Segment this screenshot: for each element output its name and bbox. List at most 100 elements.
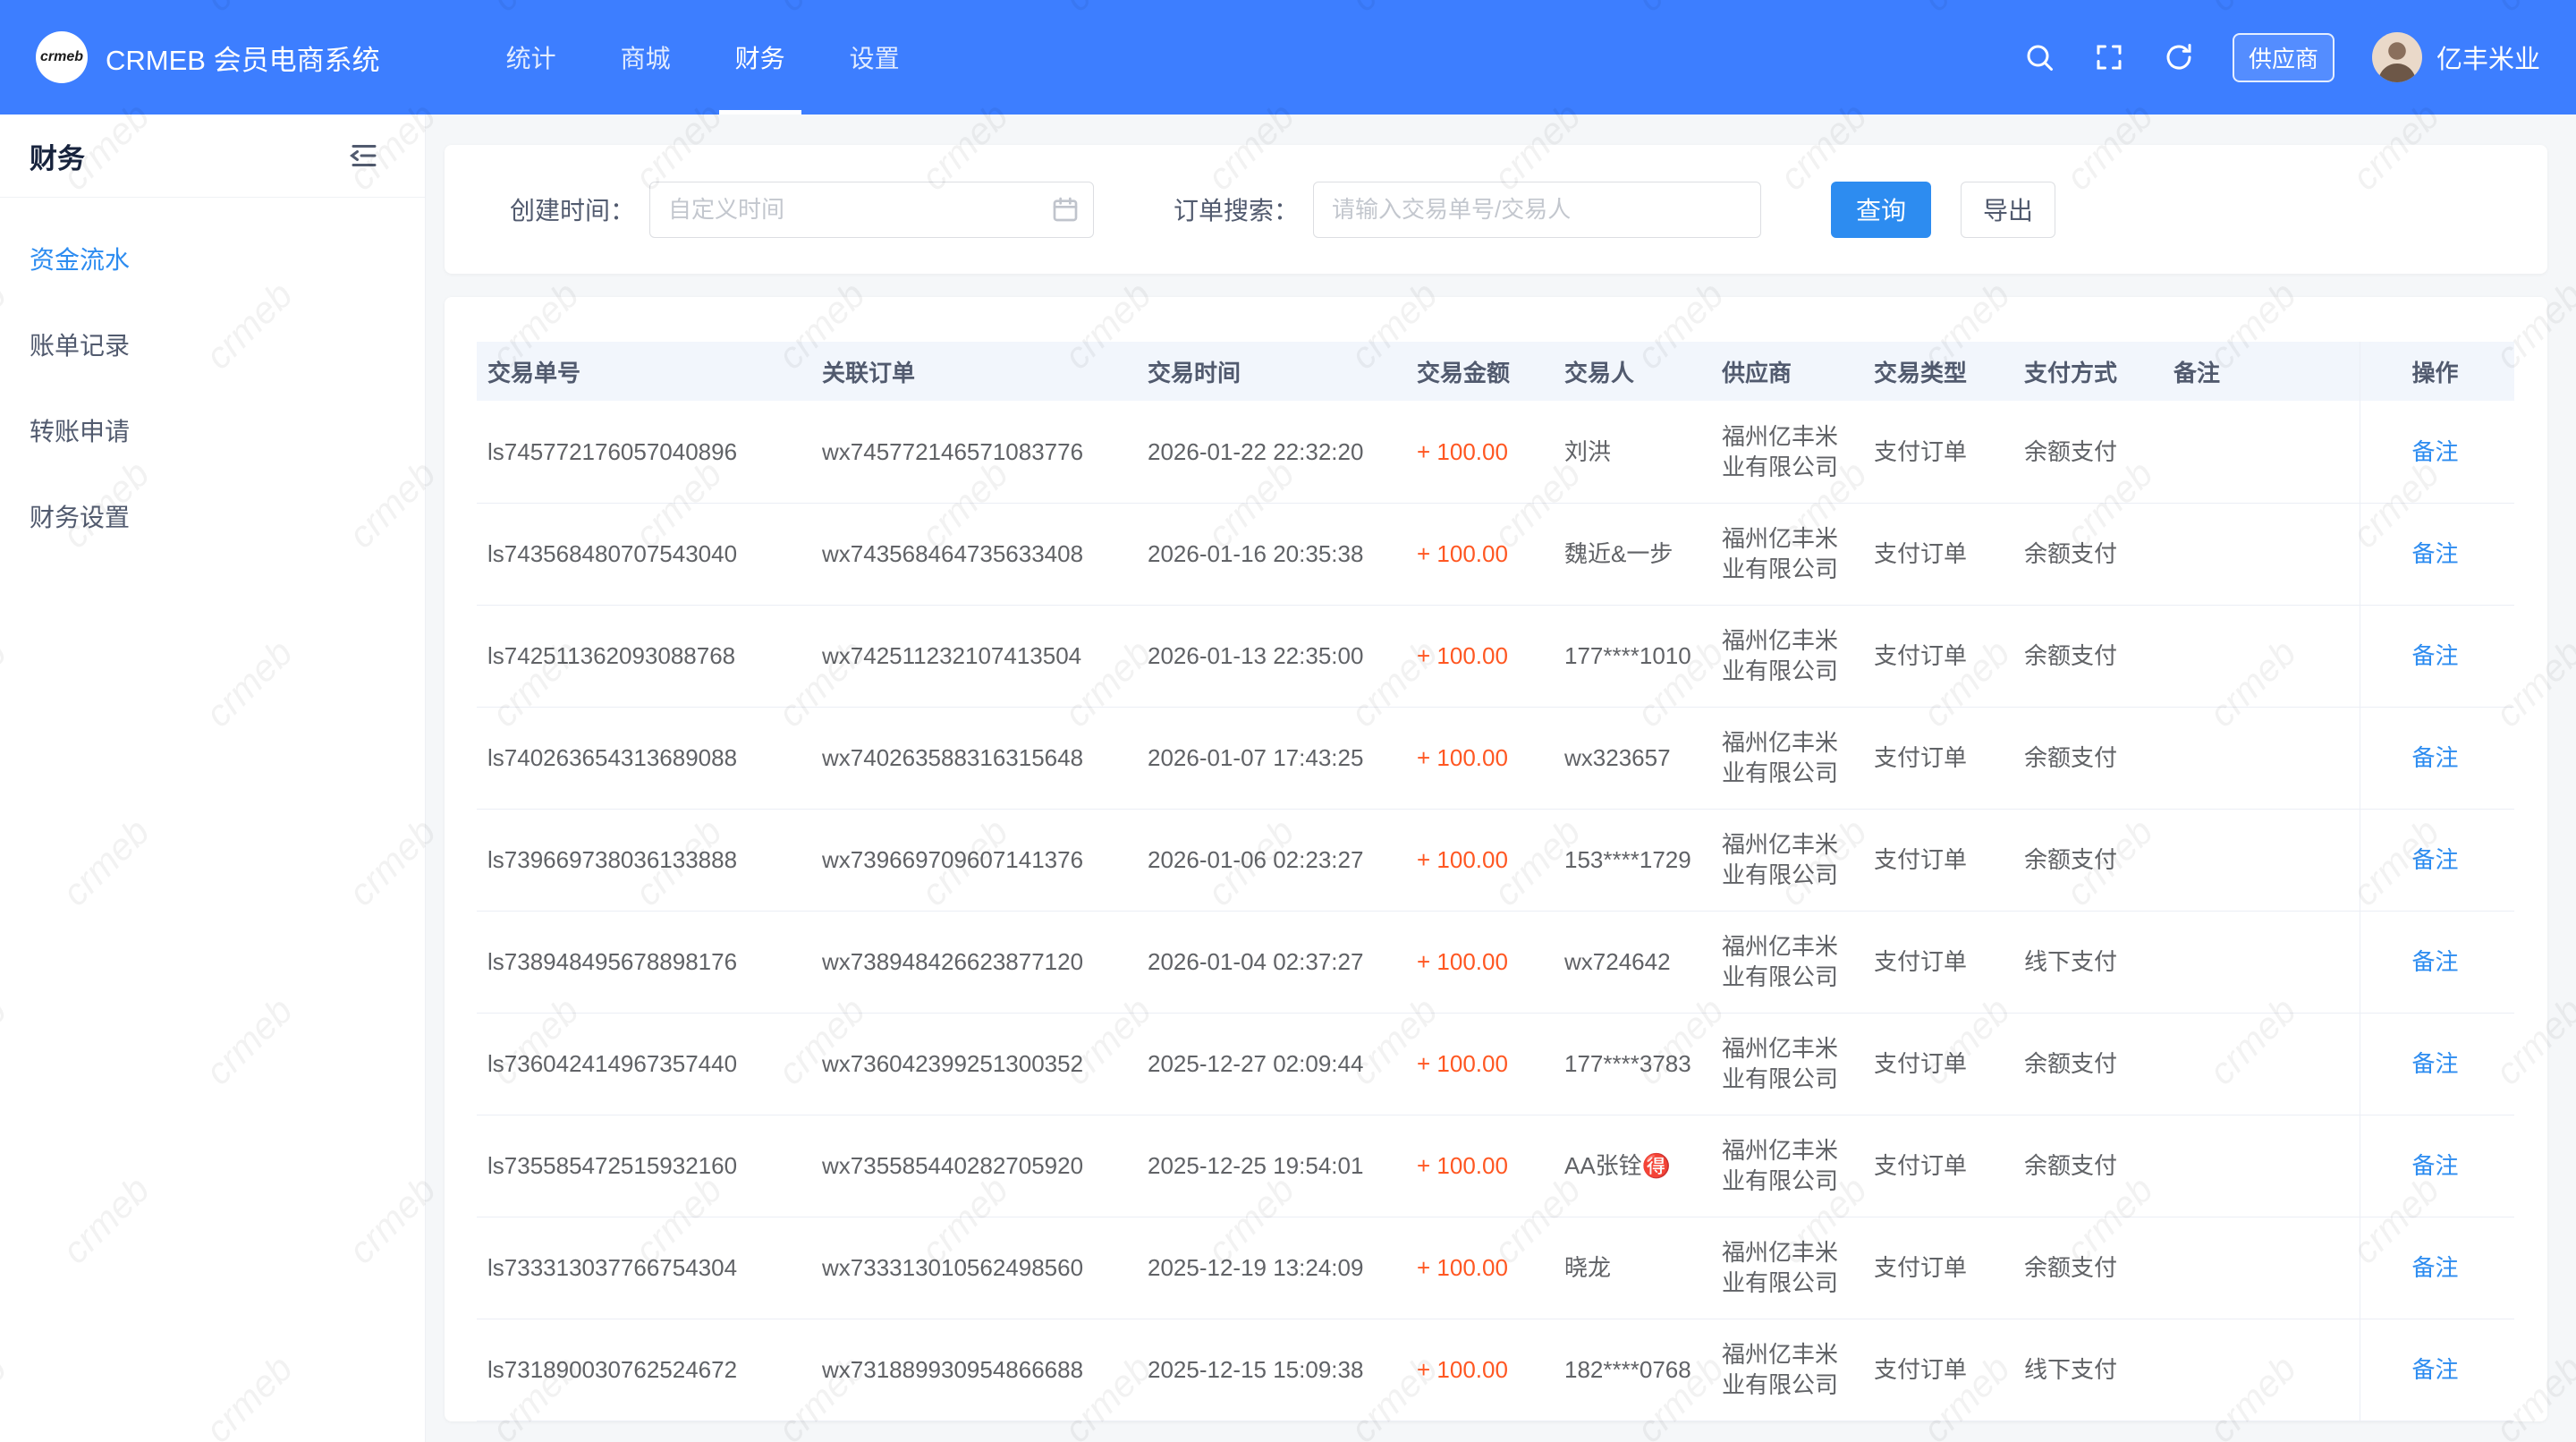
remark-link[interactable]: 备注 bbox=[2412, 1356, 2459, 1383]
user-menu[interactable]: 亿丰米业 bbox=[2372, 32, 2540, 82]
cell-action: 备注 bbox=[2360, 809, 2514, 911]
sidebar-item-transfer-request[interactable]: 转账申请 bbox=[0, 387, 425, 473]
cell-pay-method: 余额支付 bbox=[2013, 503, 2163, 605]
calendar-icon[interactable] bbox=[1051, 195, 1080, 224]
cell-type: 支付订单 bbox=[1863, 1115, 2013, 1217]
cell-trader: 魏近&一步 bbox=[1554, 503, 1711, 605]
col-type: 交易类型 bbox=[1863, 342, 2013, 401]
cell-trader: wx724642 bbox=[1554, 911, 1711, 1013]
cell-time: 2026-01-22 22:32:20 bbox=[1137, 401, 1406, 503]
cell-related-order: wx733313010562498560 bbox=[811, 1217, 1137, 1319]
cell-time: 2025-12-27 02:09:44 bbox=[1137, 1013, 1406, 1115]
cell-order-no: ls735585472515932160 bbox=[477, 1115, 811, 1217]
cell-amount: + 100.00 bbox=[1406, 1013, 1554, 1115]
cell-trader: 177****3783 bbox=[1554, 1013, 1711, 1115]
app-logo: crmeb bbox=[36, 31, 88, 83]
nav-tab-label: 财务 bbox=[735, 39, 785, 75]
cell-trader: wx323657 bbox=[1554, 707, 1711, 809]
cell-time: 2026-01-04 02:37:27 bbox=[1137, 911, 1406, 1013]
sidebar-item-label: 账单记录 bbox=[30, 327, 130, 362]
col-order-no: 交易单号 bbox=[477, 342, 811, 401]
nav-tab-label: 商城 bbox=[621, 39, 671, 75]
remark-link[interactable]: 备注 bbox=[2412, 744, 2459, 771]
cell-supplier: 福州亿丰米业有限公司 bbox=[1711, 401, 1863, 503]
cell-pay-method: 余额支付 bbox=[2013, 707, 2163, 809]
sidebar-item-bill-records[interactable]: 账单记录 bbox=[0, 301, 425, 387]
refresh-icon[interactable] bbox=[2163, 41, 2195, 73]
nav-tab-mall[interactable]: 商城 bbox=[589, 0, 703, 115]
main-nav: 统计 商城 财务 设置 bbox=[474, 0, 932, 115]
nav-tab-settings[interactable]: 设置 bbox=[818, 0, 932, 115]
cell-type: 支付订单 bbox=[1863, 1013, 2013, 1115]
cell-pay-method: 余额支付 bbox=[2013, 809, 2163, 911]
cell-related-order: wx738948426623877120 bbox=[811, 911, 1137, 1013]
sidebar-menu: 资金流水 账单记录 转账申请 财务设置 bbox=[0, 216, 425, 559]
transactions-table: 交易单号 关联订单 交易时间 交易金额 交易人 供应商 交易类型 支付方式 备注… bbox=[477, 342, 2514, 1421]
search-icon[interactable] bbox=[2023, 41, 2055, 73]
cell-order-no: ls733313037766754304 bbox=[477, 1217, 811, 1319]
cell-type: 支付订单 bbox=[1863, 605, 2013, 707]
cell-order-no: ls742511362093088768 bbox=[477, 605, 811, 707]
menu-fold-icon[interactable] bbox=[348, 140, 380, 172]
cell-trader: 182****0768 bbox=[1554, 1319, 1711, 1421]
cell-remark bbox=[2163, 809, 2360, 911]
sidebar-item-finance-settings[interactable]: 财务设置 bbox=[0, 473, 425, 559]
remark-link[interactable]: 备注 bbox=[2412, 438, 2459, 465]
cell-trader: 177****1010 bbox=[1554, 605, 1711, 707]
cell-action: 备注 bbox=[2360, 1319, 2514, 1421]
table-row: ls735585472515932160 wx73558544028270592… bbox=[477, 1115, 2514, 1217]
remark-link[interactable]: 备注 bbox=[2412, 642, 2459, 669]
fullscreen-icon[interactable] bbox=[2093, 41, 2125, 73]
cell-amount: + 100.00 bbox=[1406, 911, 1554, 1013]
cell-pay-method: 余额支付 bbox=[2013, 401, 2163, 503]
cell-type: 支付订单 bbox=[1863, 911, 2013, 1013]
avatar[interactable] bbox=[2372, 32, 2422, 82]
order-search-input[interactable] bbox=[1313, 182, 1761, 238]
cell-supplier: 福州亿丰米业有限公司 bbox=[1711, 503, 1863, 605]
nav-tab-label: 统计 bbox=[506, 39, 556, 75]
main-content: 创建时间： 订单搜索： 查询 导出 bbox=[426, 115, 2576, 1442]
cell-amount: + 100.00 bbox=[1406, 401, 1554, 503]
cell-trader: 晓龙 bbox=[1554, 1217, 1711, 1319]
nav-tab-finance[interactable]: 财务 bbox=[703, 0, 818, 115]
order-search-label: 订单搜索： bbox=[1174, 191, 1299, 227]
query-button[interactable]: 查询 bbox=[1831, 182, 1931, 238]
cell-supplier: 福州亿丰米业有限公司 bbox=[1711, 707, 1863, 809]
remark-link[interactable]: 备注 bbox=[2412, 1152, 2459, 1179]
col-supplier: 供应商 bbox=[1711, 342, 1863, 401]
cell-trader: 刘洪 bbox=[1554, 401, 1711, 503]
cell-amount: + 100.00 bbox=[1406, 503, 1554, 605]
remark-link[interactable]: 备注 bbox=[2412, 540, 2459, 567]
cell-supplier: 福州亿丰米业有限公司 bbox=[1711, 605, 1863, 707]
cell-type: 支付订单 bbox=[1863, 1319, 2013, 1421]
cell-related-order: wx736042399251300352 bbox=[811, 1013, 1137, 1115]
cell-remark bbox=[2163, 1319, 2360, 1421]
sidebar-item-fund-flow[interactable]: 资金流水 bbox=[0, 216, 425, 301]
remark-link[interactable]: 备注 bbox=[2412, 1050, 2459, 1077]
date-input[interactable] bbox=[649, 182, 1094, 238]
cell-type: 支付订单 bbox=[1863, 707, 2013, 809]
export-button[interactable]: 导出 bbox=[1961, 182, 2055, 238]
cell-action: 备注 bbox=[2360, 707, 2514, 809]
cell-remark bbox=[2163, 911, 2360, 1013]
nav-tab-statistics[interactable]: 统计 bbox=[474, 0, 589, 115]
col-amount: 交易金额 bbox=[1406, 342, 1554, 401]
table-row: ls745772176057040896 wx74577214657108377… bbox=[477, 401, 2514, 503]
cell-action: 备注 bbox=[2360, 503, 2514, 605]
cell-time: 2026-01-13 22:35:00 bbox=[1137, 605, 1406, 707]
supplier-badge[interactable]: 供应商 bbox=[2233, 33, 2334, 82]
cell-remark bbox=[2163, 707, 2360, 809]
remark-link[interactable]: 备注 bbox=[2412, 1254, 2459, 1281]
cell-related-order: wx739669709607141376 bbox=[811, 809, 1137, 911]
remark-link[interactable]: 备注 bbox=[2412, 846, 2459, 873]
table-row: ls736042414967357440 wx73604239925130035… bbox=[477, 1013, 2514, 1115]
cell-time: 2026-01-16 20:35:38 bbox=[1137, 503, 1406, 605]
table-header: 交易单号 关联订单 交易时间 交易金额 交易人 供应商 交易类型 支付方式 备注… bbox=[477, 342, 2514, 401]
cell-supplier: 福州亿丰米业有限公司 bbox=[1711, 1217, 1863, 1319]
order-search bbox=[1313, 182, 1761, 238]
date-picker bbox=[649, 182, 1094, 238]
navbar-right: 供应商 亿丰米业 bbox=[2023, 32, 2540, 82]
sidebar-header: 财务 bbox=[0, 115, 425, 198]
cell-order-no: ls736042414967357440 bbox=[477, 1013, 811, 1115]
remark-link[interactable]: 备注 bbox=[2412, 948, 2459, 975]
